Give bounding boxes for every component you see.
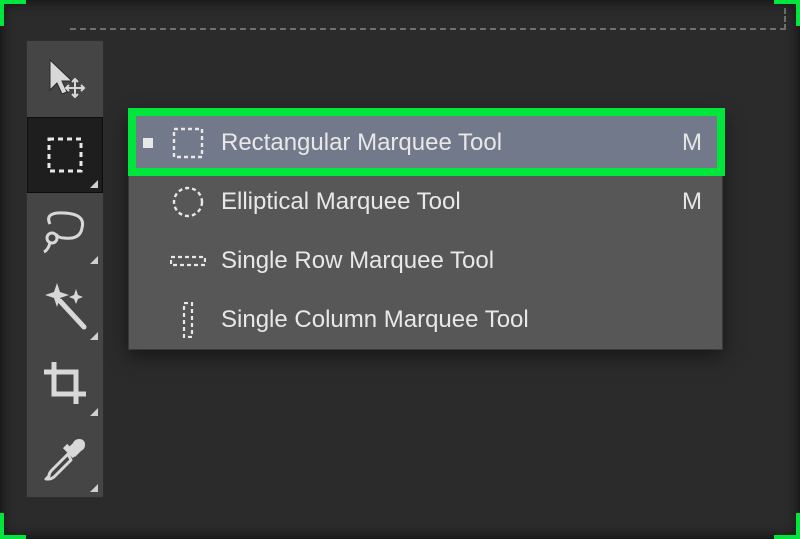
flyout-item-shortcut: M [682,188,702,216]
single-row-marquee-icon [167,255,209,267]
lasso-tool[interactable] [27,193,103,269]
crop-tool[interactable] [27,345,103,421]
crop-tool-icon [42,360,88,406]
flyout-indicator-icon [90,180,98,188]
eyedropper-tool[interactable] [27,421,103,497]
tools-panel [26,40,104,498]
flyout-item-label: Elliptical Marquee Tool [221,188,682,216]
flyout-item-label: Single Row Marquee Tool [221,247,702,275]
flyout-indicator-icon [90,256,98,264]
rectangular-marquee-icon [167,126,209,160]
current-tool-indicator-icon [143,138,153,148]
flyout-item-single-column-marquee[interactable]: Single Column Marquee Tool [129,290,722,349]
marquee-tool-flyout: Rectangular Marquee Tool M Elliptical Ma… [128,112,723,350]
flyout-indicator-icon [90,484,98,492]
eyedropper-icon [42,436,88,482]
flyout-indicator-icon [90,332,98,340]
flyout-item-label: Single Column Marquee Tool [221,306,702,334]
rectangular-marquee-icon [43,133,87,177]
move-tool-icon [42,56,88,102]
document-edge-guides [70,8,786,30]
flyout-item-single-row-marquee[interactable]: Single Row Marquee Tool [129,231,722,290]
flyout-item-label: Rectangular Marquee Tool [221,129,682,157]
flyout-indicator-icon [90,408,98,416]
flyout-item-shortcut: M [682,129,702,157]
flyout-item-rectangular-marquee[interactable]: Rectangular Marquee Tool M [129,113,722,172]
magic-wand-tool[interactable] [27,269,103,345]
flyout-item-elliptical-marquee[interactable]: Elliptical Marquee Tool M [129,172,722,231]
single-column-marquee-icon [167,302,209,338]
elliptical-marquee-icon [167,185,209,219]
marquee-tool[interactable] [27,117,103,193]
move-tool[interactable] [27,41,103,117]
lasso-tool-icon [40,208,90,254]
magic-wand-icon [40,283,90,331]
